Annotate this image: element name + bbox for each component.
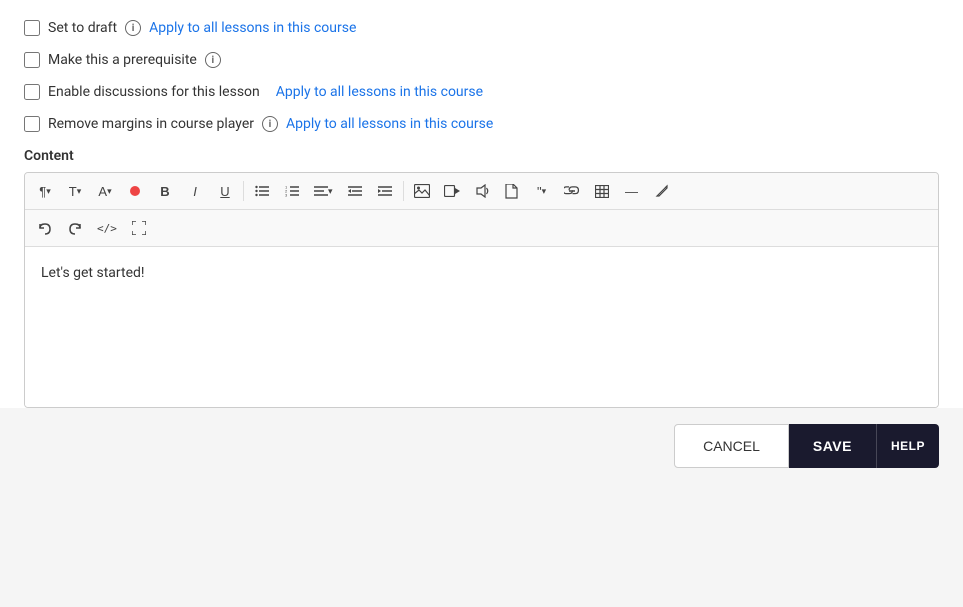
paragraph-btn[interactable]: ¶ ▾	[31, 177, 59, 205]
make-prerequisite-label: Make this a prerequisite	[48, 52, 197, 68]
toolbar-row2: </>	[25, 210, 938, 247]
make-prerequisite-checkbox[interactable]	[24, 52, 40, 68]
help-button[interactable]: HELP	[876, 424, 939, 468]
align-btn[interactable]: ▾	[308, 177, 339, 205]
underline-btn[interactable]: U	[211, 177, 239, 205]
remove-margins-info-icon[interactable]: i	[262, 116, 278, 132]
editor-body[interactable]: Let's get started!	[25, 247, 938, 407]
file-btn[interactable]	[498, 177, 526, 205]
make-prerequisite-info-icon[interactable]: i	[205, 52, 221, 68]
footer: CANCEL SAVE HELP	[0, 408, 963, 484]
enable-discussions-row: Enable discussions for this lesson Apply…	[24, 84, 939, 100]
link-btn[interactable]	[558, 177, 586, 205]
cancel-button[interactable]: CANCEL	[674, 424, 789, 468]
outdent-btn[interactable]	[341, 177, 369, 205]
editor-container: ¶ ▾ T ▾ A ▾ B I U 123	[24, 172, 939, 408]
editor-text: Let's get started!	[41, 265, 145, 281]
italic-btn[interactable]: I	[181, 177, 209, 205]
set-to-draft-info-icon[interactable]: i	[125, 20, 141, 36]
enable-discussions-label: Enable discussions for this lesson	[48, 84, 260, 100]
indent-btn[interactable]	[371, 177, 399, 205]
toolbar-divider-1	[243, 181, 244, 201]
bullet-list-btn[interactable]	[248, 177, 276, 205]
remove-margins-checkbox[interactable]	[24, 116, 40, 132]
save-help-group: SAVE HELP	[789, 424, 939, 468]
toolbar-divider-2	[403, 181, 404, 201]
pen-btn[interactable]	[648, 177, 676, 205]
undo-btn[interactable]	[31, 214, 59, 242]
enable-discussions-checkbox[interactable]	[24, 84, 40, 100]
set-to-draft-row: Set to draft i Apply to all lessons in t…	[24, 20, 939, 36]
set-to-draft-checkbox[interactable]	[24, 20, 40, 36]
enable-discussions-apply-link[interactable]: Apply to all lessons in this course	[276, 84, 483, 100]
highlight-btn[interactable]	[121, 177, 149, 205]
text-size-btn[interactable]: T ▾	[61, 177, 89, 205]
toolbar-row1: ¶ ▾ T ▾ A ▾ B I U 123	[25, 173, 938, 210]
set-to-draft-apply-link[interactable]: Apply to all lessons in this course	[149, 20, 356, 36]
bold-btn[interactable]: B	[151, 177, 179, 205]
video-btn[interactable]	[438, 177, 466, 205]
audio-btn[interactable]	[468, 177, 496, 205]
image-btn[interactable]	[408, 177, 436, 205]
ordered-list-btn[interactable]: 123	[278, 177, 306, 205]
make-prerequisite-row: Make this a prerequisite i	[24, 52, 939, 68]
font-color-btn[interactable]: A ▾	[91, 177, 119, 205]
code-btn[interactable]: </>	[91, 214, 123, 242]
remove-margins-apply-link[interactable]: Apply to all lessons in this course	[286, 116, 493, 132]
save-button[interactable]: SAVE	[789, 424, 876, 468]
blockquote-btn[interactable]: " ▾	[528, 177, 556, 205]
remove-margins-label: Remove margins in course player	[48, 116, 254, 132]
fullscreen-btn[interactable]	[125, 214, 153, 242]
redo-btn[interactable]	[61, 214, 89, 242]
content-label: Content	[24, 148, 939, 164]
remove-margins-row: Remove margins in course player i Apply …	[24, 116, 939, 132]
table-btn[interactable]	[588, 177, 616, 205]
main-content: Set to draft i Apply to all lessons in t…	[0, 0, 963, 408]
content-section: Content ¶ ▾ T ▾ A ▾ B I U	[24, 148, 939, 408]
svg-text:3: 3	[285, 193, 288, 198]
horizontal-rule-btn[interactable]: —	[618, 177, 646, 205]
set-to-draft-label: Set to draft	[48, 20, 117, 36]
